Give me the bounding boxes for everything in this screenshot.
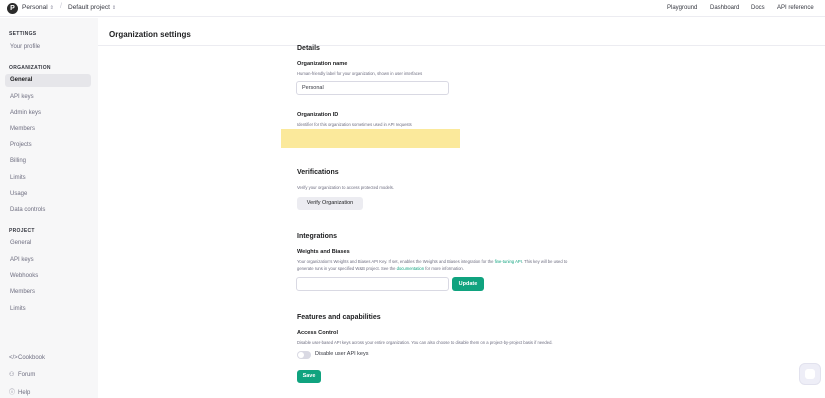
- verifications-description: Verify your organization to access prote…: [297, 185, 395, 190]
- wandb-desc-text: . This key will be used to: [521, 259, 568, 264]
- sidebar-item-webhooks[interactable]: Webhooks: [5, 270, 91, 283]
- sidebar-section-organization: ORGANIZATION: [9, 65, 51, 71]
- fine-tuning-api-link[interactable]: fine-tuning API: [495, 259, 522, 264]
- sidebar-footer-help[interactable]: ⓘ Help: [9, 387, 30, 396]
- org-name-description: Human-friendly label for your organizati…: [297, 71, 423, 76]
- sidebar-item-project-general[interactable]: General: [5, 237, 91, 250]
- wandb-api-key-input[interactable]: [296, 277, 449, 291]
- sidebar-footer-cookbook[interactable]: </>Cookbook: [9, 355, 45, 361]
- project-switcher[interactable]: Default project ⇕: [68, 4, 116, 11]
- sidebar-item-admin-keys[interactable]: Admin keys: [5, 107, 91, 120]
- org-switcher[interactable]: Personal ⇕: [22, 4, 54, 11]
- help-label: Help: [18, 390, 31, 396]
- org-id-label: Organization ID: [297, 112, 339, 118]
- nav-docs[interactable]: Docs: [751, 5, 765, 11]
- sidebar-item-members[interactable]: Members: [5, 123, 91, 136]
- chevron-updown-icon: ⇕: [49, 5, 54, 11]
- help-icon: ⓘ: [9, 390, 16, 396]
- wandb-desc-text: for more information.: [424, 266, 464, 271]
- organization-avatar[interactable]: P: [7, 3, 18, 14]
- integrations-heading: Integrations: [297, 233, 338, 240]
- documentation-link[interactable]: documentation: [397, 266, 424, 271]
- chat-icon: [805, 369, 815, 379]
- org-id-redaction: [281, 129, 460, 148]
- cookbook-label: Cookbook: [18, 355, 46, 361]
- forum-label: Forum: [18, 372, 36, 378]
- org-switcher-label: Personal: [22, 4, 48, 11]
- divider: [98, 45, 825, 46]
- verifications-heading: Verifications: [297, 169, 339, 176]
- save-button[interactable]: Save: [297, 370, 321, 383]
- top-bar: P Personal ⇕ / Default project ⇕ Playgroun…: [0, 0, 825, 17]
- chat-help-button[interactable]: [799, 363, 821, 385]
- breadcrumb-separator: /: [60, 3, 62, 10]
- org-name-input[interactable]: Personal: [296, 81, 449, 95]
- org-name-label: Organization name: [297, 61, 348, 67]
- sidebar-section-settings: SETTINGS: [9, 31, 37, 37]
- wandb-label: Weights and Biases: [297, 249, 350, 255]
- features-heading: Features and capabilities: [297, 314, 381, 321]
- chevron-updown-icon: ⇕: [111, 5, 117, 11]
- wandb-description-line1: Your organization's Weights and Biases A…: [297, 259, 567, 264]
- project-switcher-label: Default project: [68, 4, 110, 11]
- sidebar-item-project-limits[interactable]: Limits: [5, 303, 91, 316]
- disable-user-api-keys-label: Disable user API keys: [315, 351, 369, 357]
- wandb-desc-text: Your organization's Weights and Biases A…: [297, 259, 495, 264]
- sidebar-item-usage[interactable]: Usage: [5, 188, 91, 201]
- people-icon: ⚇: [9, 372, 15, 378]
- verify-organization-button[interactable]: Verify Organization: [297, 197, 363, 210]
- sidebar-item-data-controls[interactable]: Data controls: [5, 204, 91, 217]
- sidebar-item-limits[interactable]: Limits: [5, 172, 91, 185]
- sidebar-item-api-keys[interactable]: API keys: [5, 91, 91, 104]
- wandb-desc-text: generate runs in your specified W&B proj…: [297, 266, 397, 271]
- toggle-knob: [298, 352, 304, 358]
- nav-api-reference[interactable]: API reference: [777, 5, 814, 11]
- sidebar: SETTINGS Your profile ORGANIZATION Gener…: [0, 18, 98, 398]
- nav-playground[interactable]: Playground: [667, 5, 697, 11]
- sidebar-section-project: PROJECT: [9, 228, 35, 234]
- sidebar-item-your-profile[interactable]: Your profile: [5, 41, 91, 54]
- details-heading: Details: [297, 45, 320, 52]
- nav-dashboard[interactable]: Dashboard: [710, 5, 739, 11]
- sidebar-item-project-members[interactable]: Members: [5, 286, 91, 299]
- access-control-label: Access Control: [297, 330, 339, 336]
- org-id-description: Identifier for this organization sometim…: [297, 122, 412, 127]
- disable-user-api-keys-toggle[interactable]: [297, 351, 311, 359]
- sidebar-item-projects[interactable]: Projects: [5, 139, 91, 152]
- sidebar-item-project-api-keys[interactable]: API keys: [5, 254, 91, 267]
- access-control-description: Disable user-based API keys across your …: [297, 340, 553, 345]
- wandb-description-line2: generate runs in your specified W&B proj…: [297, 266, 464, 271]
- sidebar-item-general[interactable]: General: [5, 74, 91, 87]
- update-button[interactable]: Update: [452, 277, 484, 291]
- code-icon: </>: [9, 355, 18, 361]
- sidebar-item-billing[interactable]: Billing: [5, 155, 91, 168]
- page-title: Organization settings: [109, 30, 191, 39]
- sidebar-footer-forum[interactable]: ⚇ Forum: [9, 371, 35, 378]
